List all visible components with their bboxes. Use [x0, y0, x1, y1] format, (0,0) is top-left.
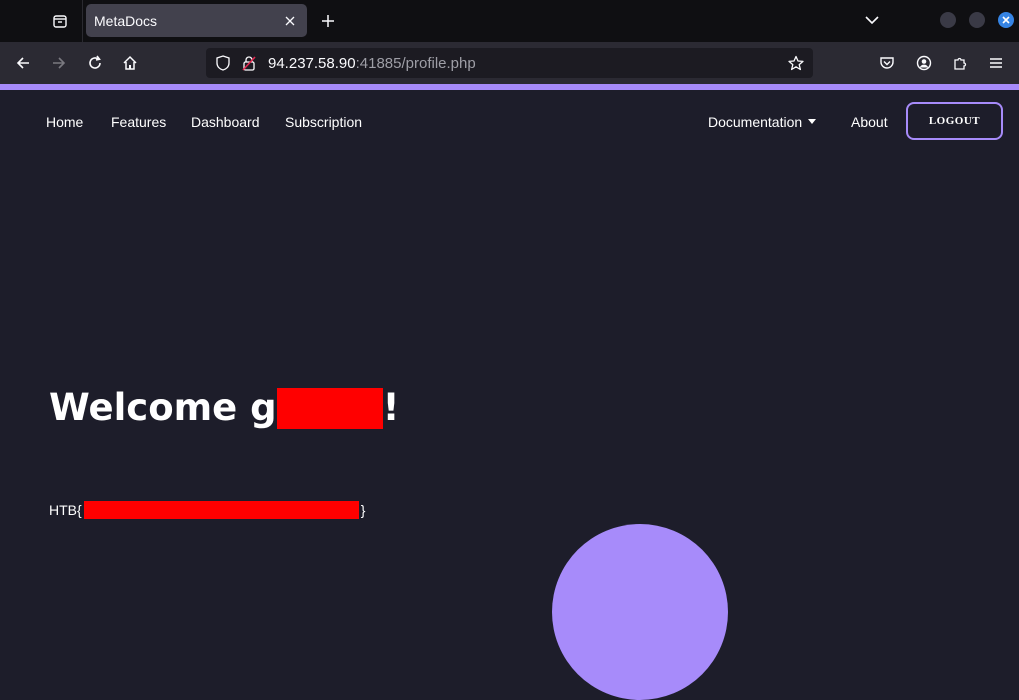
caret-down-icon — [808, 118, 817, 124]
extensions-icon[interactable] — [946, 49, 974, 77]
flag-prefix: HTB{ — [49, 502, 82, 518]
nav-link-home[interactable]: Home — [46, 114, 83, 130]
list-tabs-chevron-icon[interactable] — [860, 8, 884, 32]
flag-text: HTB{} — [49, 501, 365, 519]
address-bar[interactable]: 94.237.58.90:41885/profile.php — [206, 48, 813, 78]
nav-link-subscription[interactable]: Subscription — [285, 114, 362, 130]
url-path: :41885/profile.php — [355, 54, 476, 72]
redacted-username — [276, 387, 383, 429]
bookmark-star-icon[interactable] — [783, 50, 809, 76]
window-maximize-button[interactable] — [969, 12, 985, 28]
home-icon[interactable] — [116, 49, 144, 77]
tab-title: MetaDocs — [94, 12, 158, 29]
back-arrow-icon[interactable] — [9, 49, 37, 77]
new-tab-icon[interactable] — [314, 8, 342, 34]
window-close-button[interactable] — [998, 12, 1014, 28]
reload-icon[interactable] — [81, 49, 109, 77]
window-minimize-button[interactable] — [940, 12, 956, 28]
browser-tab-strip: MetaDocs — [0, 0, 1019, 42]
documentation-label: Documentation — [708, 114, 803, 130]
forward-arrow-icon[interactable] — [45, 49, 73, 77]
redacted-flag — [83, 501, 359, 519]
insecure-lock-icon[interactable] — [236, 50, 262, 76]
url-host: 94.237.58.90 — [268, 54, 356, 72]
nav-link-about[interactable]: About — [851, 114, 888, 130]
decorative-circle — [552, 524, 728, 700]
welcome-heading: Welcome g! — [49, 386, 400, 430]
tab-overview-icon[interactable] — [44, 6, 76, 36]
flag-suffix: } — [360, 502, 366, 518]
hamburger-menu-icon[interactable] — [982, 49, 1010, 77]
browser-tab-active[interactable]: MetaDocs — [86, 4, 307, 37]
tab-strip-divider — [82, 0, 83, 42]
url-text[interactable]: 94.237.58.90:41885/profile.php — [268, 55, 783, 72]
account-icon[interactable] — [910, 49, 938, 77]
pocket-icon[interactable] — [873, 49, 901, 77]
nav-link-features[interactable]: Features — [111, 114, 166, 130]
shield-icon[interactable] — [210, 50, 236, 76]
nav-dropdown-documentation[interactable]: Documentation — [708, 114, 817, 130]
welcome-prefix: Welcome g — [49, 386, 277, 429]
nav-link-dashboard[interactable]: Dashboard — [191, 114, 260, 130]
welcome-suffix: ! — [382, 386, 400, 429]
logout-button[interactable]: LOGOUT — [906, 102, 1003, 140]
browser-toolbar: 94.237.58.90:41885/profile.php — [0, 42, 1019, 84]
site-nav: Home Features Dashboard Subscription Doc… — [0, 90, 1019, 154]
close-tab-icon[interactable] — [281, 12, 299, 30]
